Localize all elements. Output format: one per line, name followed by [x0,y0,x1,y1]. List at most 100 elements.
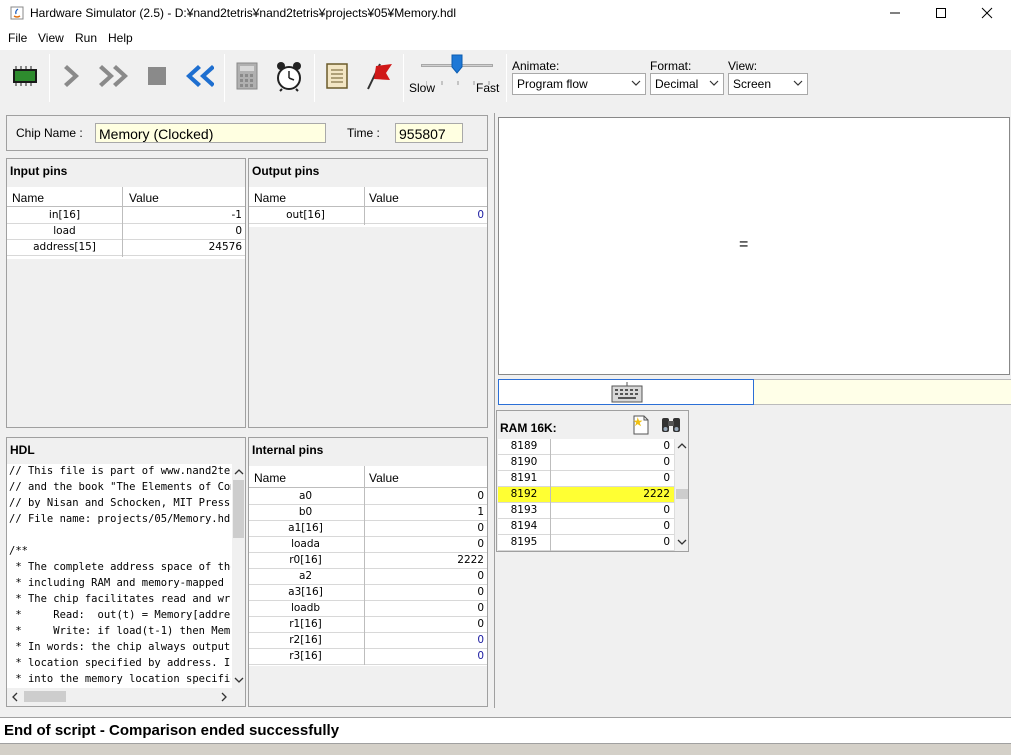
ram-table: 8189 0 8190 0 8191 0 8192 2222 8193 0 81… [498,439,674,551]
pin-name: a3[16] [288,586,323,598]
keyboard-button[interactable] [498,379,754,405]
pin-value: 0 [477,618,484,630]
pin-value: 1 [477,506,484,518]
run-button[interactable] [98,60,130,92]
ram-row[interactable]: 8195 0 [498,535,674,551]
scroll-thumb[interactable] [676,489,688,499]
tick-tock-button[interactable] [273,60,305,92]
reset-button[interactable] [182,60,214,92]
hdl-text-area[interactable]: // This file is part of www.nand2tetr //… [7,464,232,688]
input-pins-panel: Input pins Name Value in[16] -1 load 0 a… [6,158,246,428]
load-file-icon[interactable] [631,414,651,436]
code-line: * including RAM and memory-mapped I/ [9,577,231,589]
ram-value[interactable]: 0 [552,472,670,484]
java-app-icon [10,6,24,20]
column-divider [550,439,551,551]
ram-address: 8193 [510,504,538,516]
menu-bar: File View Run Help [0,26,1011,50]
ram-value[interactable]: 2222 [552,488,670,500]
scroll-right-icon[interactable] [219,692,229,702]
status-bar: End of script - Comparison ended success… [0,717,1011,744]
ram-row-highlighted[interactable]: 8192 2222 [498,487,674,503]
ram-address: 8194 [510,520,538,532]
code-line: * In words: the chip always outputs [9,641,231,653]
scroll-left-icon[interactable] [10,692,20,702]
pin-name: r0[16] [289,554,322,566]
single-step-button[interactable] [57,60,89,92]
table-row[interactable]: out[16] 0 [249,208,487,224]
col-value-header: Value [129,191,159,205]
animate-value: Program flow [517,77,588,91]
scroll-down-icon[interactable] [234,675,244,685]
slider-thumb-icon[interactable] [451,54,463,74]
toolbar: Slow Fast Animate: Program flow Format: … [0,50,1011,108]
menu-help[interactable]: Help [108,31,133,45]
scroll-up-icon[interactable] [677,441,687,451]
eval-button[interactable] [231,60,263,92]
table-row: r2[16] 0 [249,633,487,649]
scroll-down-icon[interactable] [677,537,687,547]
table-row: a1[16] 0 [249,521,487,537]
ram-value[interactable]: 0 [552,520,670,532]
output-pins-title: Output pins [252,164,320,178]
format-value: Decimal [655,77,699,91]
pin-value[interactable]: 24576 [125,241,242,253]
ram-title: RAM 16K: [500,421,557,435]
menu-file[interactable]: File [8,31,27,45]
table-row[interactable]: in[16] -1 [7,208,245,224]
ram-scrollbar[interactable] [674,439,688,551]
hdl-panel: HDL // This file is part of www.nand2tet… [6,437,246,707]
close-button[interactable] [964,0,1010,26]
maximize-button[interactable] [918,0,964,26]
pin-value[interactable]: 0 [125,225,242,237]
table-row[interactable]: load 0 [7,224,245,240]
pin-name: r3[16] [289,650,322,662]
pin-name: r1[16] [289,618,322,630]
close-icon [981,7,993,19]
stop-button[interactable] [141,60,173,92]
chip-name-panel: Chip Name : Memory (Clocked) Time : 9558… [6,115,488,151]
hdl-horizontal-scrollbar[interactable] [7,688,232,705]
menu-run[interactable]: Run [75,31,97,45]
ram-value[interactable]: 0 [552,456,670,468]
pin-value: 0 [477,490,484,502]
flag-icon [367,63,392,90]
pin-value[interactable]: -1 [125,209,242,221]
internal-pins-panel: Internal pins Name Value a0 0 b0 1 a1[16] 0… [248,437,488,707]
load-chip-button[interactable] [9,60,41,92]
hdl-vertical-scrollbar[interactable] [232,464,245,688]
pin-value: 0 [477,586,484,598]
minimize-button[interactable] [872,0,918,26]
chip-name-field: Memory (Clocked) [95,123,326,143]
scroll-up-icon[interactable] [234,467,244,477]
ram-value[interactable]: 0 [552,536,670,548]
ram-row[interactable]: 8189 0 [498,439,674,455]
ram-value[interactable]: 0 [552,504,670,516]
menu-view[interactable]: View [38,31,64,45]
code-line: // File name: projects/05/Memory.hdl [9,513,231,525]
pin-name: loadb [290,602,321,614]
format-select[interactable]: Decimal [650,73,724,95]
pin-value: 0 [477,538,484,550]
chevron-down-icon [793,80,803,86]
scroll-thumb[interactable] [24,691,66,702]
view-label: View: [728,59,758,73]
ram-row[interactable]: 8191 0 [498,471,674,487]
pin-name: b0 [298,506,313,518]
table-row[interactable]: address[15] 24576 [7,240,245,256]
search-binoculars-icon[interactable] [660,415,682,435]
view-value: Screen [733,77,772,91]
table-row: a0 0 [249,489,487,505]
ram-row[interactable]: 8190 0 [498,455,674,471]
ram-value[interactable]: 0 [552,440,670,452]
animate-select[interactable]: Program flow [512,73,646,95]
toolbar-separator [49,54,50,102]
script-button[interactable] [321,60,353,92]
breakpoints-button[interactable] [362,60,394,92]
view-select[interactable]: Screen [728,73,808,95]
ram-row[interactable]: 8193 0 [498,503,674,519]
scroll-thumb[interactable] [233,480,244,538]
keyboard-icon [611,382,643,403]
ram-row[interactable]: 8194 0 [498,519,674,535]
